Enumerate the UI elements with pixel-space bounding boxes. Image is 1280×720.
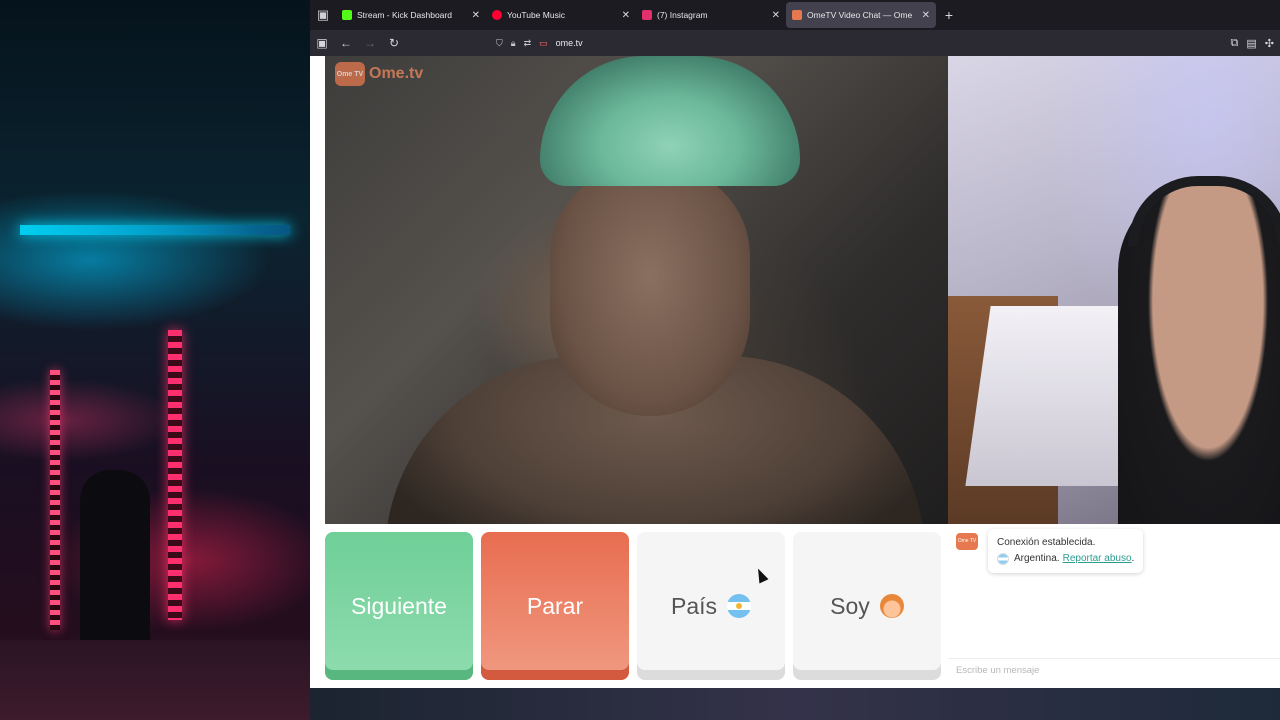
wallpaper-ground: [0, 640, 310, 720]
chat-panel: Ome TV Conexión establecida. Argentina. …: [948, 524, 1280, 688]
system-message: Conexión establecida. Argentina. Reporta…: [988, 529, 1144, 573]
remote-person-cap: [540, 56, 800, 186]
tab-instagram[interactable]: (7) Instagram ✕: [636, 2, 786, 28]
tab-youtube-music[interactable]: YouTube Music ✕: [486, 2, 636, 28]
forward-icon[interactable]: →: [358, 36, 382, 50]
browser-nav-bar: ▣ ← → ↻ ⛉ 🔒︎ ⇄ ▭ ome.tv ⧉ ▤ ✣: [310, 30, 1280, 56]
next-button-label: Siguiente: [351, 592, 447, 619]
url-text[interactable]: ome.tv: [556, 38, 583, 48]
ometv-logo-text: Ome.tv: [369, 65, 424, 82]
extension-icon[interactable]: ▤: [1246, 37, 1256, 50]
close-icon[interactable]: ✕: [472, 10, 480, 21]
nav-toolbar: ⧉ ▤ ✣: [1231, 37, 1280, 50]
settings-icon[interactable]: ✣: [1265, 37, 1274, 50]
stop-button-label: Parar: [526, 592, 584, 619]
tab-title: Stream - Kick Dashboard: [357, 10, 452, 20]
speaker-icon[interactable]: [792, 10, 802, 20]
report-suffix: .: [1131, 553, 1135, 564]
wallpaper-neon-arch: [50, 370, 60, 630]
ometv-chat-icon: Ome TV: [956, 533, 978, 550]
shield-icon[interactable]: ⛉: [496, 38, 503, 49]
kick-favicon-icon: [342, 10, 352, 20]
close-icon[interactable]: ✕: [922, 10, 930, 21]
screenshot-icon[interactable]: ⧉: [1231, 37, 1239, 50]
partner-country: Argentina.: [1014, 553, 1060, 564]
gender-button[interactable]: Soy: [793, 532, 941, 680]
argentina-flag-icon: [727, 594, 752, 618]
remote-person-face: [550, 166, 750, 416]
camera-sharing-icon[interactable]: ▭: [539, 38, 548, 49]
report-abuse-link[interactable]: Reportar abuso: [1063, 551, 1132, 567]
ometv-logo-icon: Ome TV: [335, 62, 365, 86]
tab-ometv[interactable]: OmeTV Video Chat — Ome ✕: [786, 2, 936, 28]
browser-tab-bar: ▣ Stream - Kick Dashboard ✕ YouTube Musi…: [310, 0, 1280, 30]
close-icon[interactable]: ✕: [622, 10, 630, 21]
boy-icon: [879, 594, 904, 618]
argentina-flag-icon: [997, 553, 1009, 565]
instagram-favicon-icon: [642, 10, 652, 20]
new-tab-button[interactable]: +: [936, 7, 962, 23]
permissions-icon[interactable]: ⇄: [524, 38, 532, 49]
country-button-label: País: [670, 592, 718, 619]
sidebar-toggle-icon[interactable]: ▣: [310, 0, 336, 30]
remote-video: Ome TV Ome.tv: [325, 56, 948, 524]
tab-title: YouTube Music: [507, 10, 565, 20]
address-bar[interactable]: ⛉ 🔒︎ ⇄ ▭ ome.tv: [496, 33, 583, 53]
wallpaper-neon-pillar: [168, 330, 182, 620]
reload-icon[interactable]: ↻: [382, 36, 406, 50]
connection-status: Conexión establecida.: [997, 537, 1096, 548]
stop-button[interactable]: Parar: [481, 532, 629, 680]
tab-kick-dashboard[interactable]: Stream - Kick Dashboard ✕: [336, 2, 486, 28]
ometv-logo: Ome TV Ome.tv: [335, 62, 423, 86]
youtube-music-favicon-icon: [492, 10, 502, 20]
back-icon[interactable]: ←: [334, 36, 358, 50]
partner-country-line: Argentina. Reportar abuso.: [997, 551, 1134, 567]
ometv-page: Ome TV Ome.tv Siguiente Parar País Soy O…: [310, 56, 1280, 688]
local-headset: [1128, 176, 1280, 246]
lock-icon[interactable]: 🔒︎: [511, 38, 516, 49]
chat-controls: Siguiente Parar País Soy: [325, 532, 945, 682]
close-icon[interactable]: ✕: [772, 10, 780, 21]
country-button[interactable]: País: [637, 532, 785, 680]
wallpaper-bottom-strip: [310, 688, 1280, 720]
next-button[interactable]: Siguiente: [325, 532, 473, 680]
tab-title: OmeTV Video Chat — Ome: [807, 10, 913, 20]
wallpaper-neon-sign: [20, 225, 290, 235]
message-input[interactable]: [948, 658, 1280, 682]
local-video: [948, 56, 1280, 524]
tab-title: (7) Instagram: [657, 10, 708, 20]
gender-button-label: Soy: [830, 592, 870, 619]
sidebar-icon[interactable]: ▣: [310, 36, 334, 50]
